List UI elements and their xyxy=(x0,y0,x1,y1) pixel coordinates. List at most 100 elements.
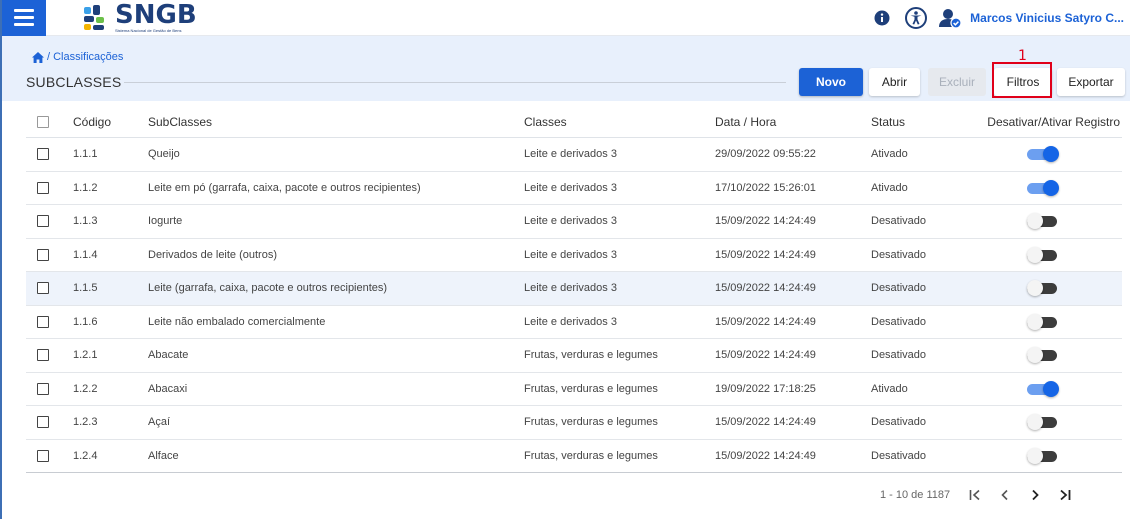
row-checkbox[interactable] xyxy=(37,181,49,194)
select-all-checkbox[interactable] xyxy=(37,115,49,128)
last-page-icon xyxy=(1060,489,1071,501)
cell-codigo: 1.1.2 xyxy=(73,181,98,194)
table-row[interactable]: 1.1.2 Leite em pó (garrafa, caixa, pacote… xyxy=(26,172,1122,205)
row-checkbox[interactable] xyxy=(37,449,49,462)
column-header-classes[interactable]: Classes xyxy=(524,115,715,129)
column-header-subclasses[interactable]: SubClasses xyxy=(148,115,524,129)
row-checkbox[interactable] xyxy=(37,416,49,429)
table-bottom-border xyxy=(26,472,1122,473)
cell-subclasse: Leite em pó (garrafa, caixa, pacote e ou… xyxy=(148,181,421,194)
cell-status: Desativado xyxy=(871,282,927,295)
logo-subtitle: Sistema Nacional de Gestão de Bens xyxy=(115,28,182,33)
table-row[interactable]: 1.1.3 Iogurte Leite e derivados 3 15/09/202… xyxy=(26,205,1122,239)
status-toggle[interactable] xyxy=(1026,246,1059,263)
last-page-button[interactable] xyxy=(1050,488,1080,502)
annotation-highlight-box xyxy=(992,62,1052,98)
cell-codigo: 1.2.1 xyxy=(73,349,98,362)
row-checkbox[interactable] xyxy=(37,248,49,261)
table-row[interactable]: 1.2.3 Açaí Frutas, verduras e legumes 15/09… xyxy=(26,406,1122,440)
toggle-knob xyxy=(1042,146,1059,163)
abrir-button[interactable]: Abrir xyxy=(869,68,920,96)
toggle-knob xyxy=(1042,179,1059,196)
cell-subclasse: Leite não embalado comercialmente xyxy=(148,315,326,328)
cell-subclasse: Derivados de leite (outros) xyxy=(148,248,278,261)
cell-codigo: 1.2.3 xyxy=(73,416,98,429)
table-row[interactable]: 1.1.5 Leite (garrafa, caixa, pacote e out… xyxy=(26,272,1122,306)
column-header-toggle: Desativar/Ativar Registro xyxy=(987,114,1120,129)
cell-classe: Leite e derivados 3 xyxy=(524,181,617,194)
table-row[interactable]: 1.2.1 Abacate Frutas, verduras e legumes 15… xyxy=(26,339,1122,373)
cell-data-hora: 15/09/2022 14:24:49 xyxy=(715,248,816,261)
annotation-number: 1 xyxy=(1018,48,1027,64)
menu-icon[interactable] xyxy=(2,0,46,36)
breadcrumb: / Classificações xyxy=(32,51,123,63)
table-row[interactable]: 1.1.1 Queijo Leite e derivados 3 29/09/2022… xyxy=(26,138,1122,172)
user-check-icon[interactable] xyxy=(938,6,962,30)
row-checkbox[interactable] xyxy=(37,349,49,362)
toggle-knob xyxy=(1026,447,1043,464)
row-checkbox[interactable] xyxy=(37,215,49,228)
pagination-range: 1 - 10 de 1187 xyxy=(880,489,951,501)
user-name[interactable]: Marcos Vinicius Satyro C... xyxy=(970,11,1124,25)
toggle-knob xyxy=(1026,213,1043,230)
row-checkbox[interactable] xyxy=(37,315,49,328)
cell-codigo: 1.1.3 xyxy=(73,215,98,228)
cell-codigo: 1.2.2 xyxy=(73,382,98,395)
cell-subclasse: Leite (garrafa, caixa, pacote e outros r… xyxy=(148,282,388,295)
next-page-button[interactable] xyxy=(1020,488,1050,502)
breadcrumb-classificacoes[interactable]: / Classificações xyxy=(47,51,123,63)
cell-codigo: 1.1.5 xyxy=(73,282,98,295)
cell-subclasse: Abacaxi xyxy=(148,382,188,395)
column-header-data-hora[interactable]: Data / Hora xyxy=(715,115,871,129)
status-toggle[interactable] xyxy=(1026,146,1059,163)
first-page-button[interactable] xyxy=(960,488,990,502)
novo-button[interactable]: Novo xyxy=(799,68,863,96)
status-toggle[interactable] xyxy=(1026,213,1059,230)
logo[interactable]: SNGB Sistema Nacional de Gestão de Bens xyxy=(84,2,197,33)
cell-classe: Frutas, verduras e legumes xyxy=(524,382,658,395)
row-checkbox[interactable] xyxy=(37,282,49,295)
cell-classe: Leite e derivados 3 xyxy=(524,282,617,295)
row-checkbox[interactable] xyxy=(37,382,49,395)
status-toggle[interactable] xyxy=(1026,380,1059,397)
cell-status: Desativado xyxy=(871,449,927,462)
page-header: / Classificações SUBCLASSES Novo Abrir E… xyxy=(2,36,1130,101)
prev-page-button[interactable] xyxy=(990,488,1020,502)
cell-classe: Leite e derivados 3 xyxy=(524,248,617,261)
table-row[interactable]: 1.2.4 Alface Frutas, verduras e legumes 15/… xyxy=(26,440,1122,473)
info-icon[interactable] xyxy=(870,6,894,30)
logo-mark-icon xyxy=(84,4,112,31)
cell-codigo: 1.1.6 xyxy=(73,315,98,328)
toggle-knob xyxy=(1026,313,1043,330)
table-row[interactable]: 1.1.4 Derivados de leite (outros) Leite e … xyxy=(26,239,1122,272)
cell-classe: Leite e derivados 3 xyxy=(524,148,617,161)
cell-classe: Frutas, verduras e legumes xyxy=(524,416,658,429)
logo-name: SNGB xyxy=(115,0,197,30)
table-row[interactable]: 1.1.6 Leite não embalado comercialmente Le… xyxy=(26,306,1122,339)
status-toggle[interactable] xyxy=(1026,447,1059,464)
cell-subclasse: Iogurte xyxy=(148,215,183,228)
status-toggle[interactable] xyxy=(1026,179,1059,196)
column-header-status[interactable]: Status xyxy=(871,115,963,129)
subclasses-table: Código SubClasses Classes Data / Hora St… xyxy=(26,106,1122,473)
table-row[interactable]: 1.2.2 Abacaxi Frutas, verduras e legumes 19… xyxy=(26,373,1122,406)
cell-status: Ativado xyxy=(871,382,908,395)
cell-data-hora: 15/09/2022 14:24:49 xyxy=(715,416,816,429)
cell-data-hora: 17/10/2022 15:26:01 xyxy=(715,181,816,194)
home-icon[interactable] xyxy=(32,51,44,63)
row-checkbox[interactable] xyxy=(37,148,49,161)
status-toggle[interactable] xyxy=(1026,313,1059,330)
pagination: 1 - 10 de 1187 xyxy=(880,485,1120,505)
accessibility-icon[interactable] xyxy=(904,6,928,30)
cell-status: Desativado xyxy=(871,349,927,362)
status-toggle[interactable] xyxy=(1026,414,1059,431)
toggle-knob xyxy=(1026,246,1043,263)
status-toggle[interactable] xyxy=(1026,347,1059,364)
cell-status: Ativado xyxy=(871,181,908,194)
cell-codigo: 1.2.4 xyxy=(73,449,98,462)
status-toggle[interactable] xyxy=(1026,280,1059,297)
excluir-button[interactable]: Excluir xyxy=(928,68,986,96)
column-header-codigo[interactable]: Código xyxy=(60,115,148,129)
cell-classe: Leite e derivados 3 xyxy=(524,215,617,228)
exportar-button[interactable]: Exportar xyxy=(1057,68,1125,96)
